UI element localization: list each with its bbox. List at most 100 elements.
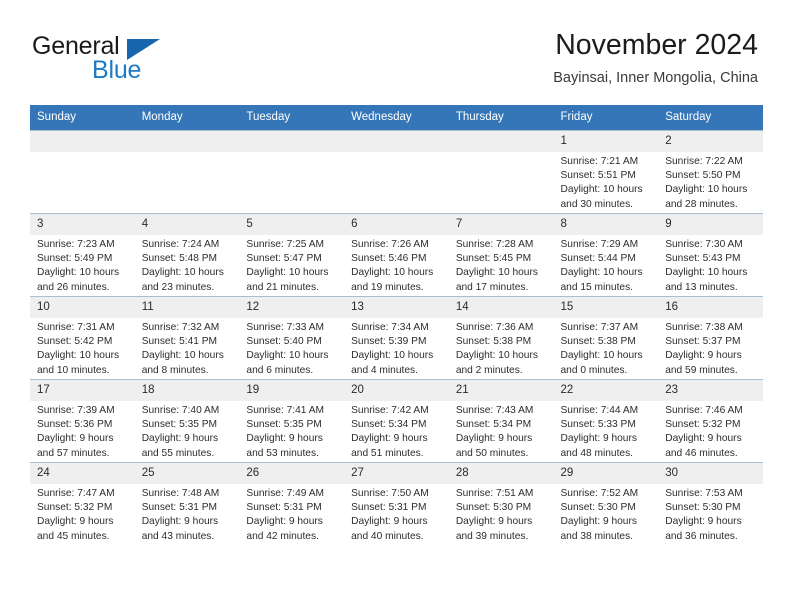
page-title: November 2024 (555, 29, 758, 61)
day-details: Sunrise: 7:28 AM Sunset: 5:45 PM Daylight:… (449, 235, 554, 295)
sunrise-text: Sunrise: 7:52 AM (560, 488, 639, 499)
sunset-text: Sunset: 5:41 PM (141, 336, 218, 348)
calendar-day-cell[interactable]: 13 Sunrise: 7:34 AM Sunset: 5:39 PM Dayligh… (344, 296, 449, 380)
calendar-day-cell[interactable]: 16 Sunrise: 7:38 AM Sunset: 5:37 PM Dayligh… (658, 296, 763, 380)
sunset-text: Sunset: 5:34 PM (455, 419, 532, 431)
calendar-day-cell[interactable]: 6 Sunrise: 7:26 AM Sunset: 5:46 PM Daylight… (344, 213, 449, 297)
weekday-header-saturday: Saturday (658, 105, 763, 131)
daylight-text: Daylight: 9 hours and 40 minutes. (351, 516, 428, 542)
calendar-day-cell[interactable]: 18 Sunrise: 7:40 AM Sunset: 5:35 PM Dayligh… (134, 379, 240, 463)
calendar-day-cell[interactable]: 19 Sunrise: 7:41 AM Sunset: 5:35 PM Dayligh… (239, 379, 345, 463)
day-number: 27 (344, 463, 449, 484)
calendar-day-cell[interactable]: 3 Sunrise: 7:23 AM Sunset: 5:49 PM Daylight… (30, 213, 135, 297)
daylight-text: Daylight: 10 hours and 4 minutes. (351, 350, 434, 376)
calendar-day-cell[interactable]: 27 Sunrise: 7:50 AM Sunset: 5:31 PM Dayligh… (344, 462, 449, 545)
calendar-day-cell[interactable]: 4 Sunrise: 7:24 AM Sunset: 5:48 PM Daylight… (134, 213, 240, 297)
calendar-day-cell[interactable]: 24 Sunrise: 7:47 AM Sunset: 5:32 PM Dayligh… (30, 462, 135, 545)
sunset-text: Sunset: 5:31 PM (351, 502, 427, 514)
day-number: 18 (134, 380, 240, 401)
daylight-text: Daylight: 9 hours and 53 minutes. (246, 433, 323, 459)
calendar-day-cell[interactable]: 5 Sunrise: 7:25 AM Sunset: 5:47 PM Daylight… (239, 213, 345, 297)
calendar-day-cell[interactable]: 10 Sunrise: 7:31 AM Sunset: 5:42 PM Dayligh… (30, 296, 135, 380)
sunset-text: Sunset: 5:33 PM (560, 419, 636, 431)
calendar-day-cell[interactable]: 29 Sunrise: 7:52 AM Sunset: 5:30 PM Dayligh… (553, 462, 659, 545)
day-number: 2 (658, 131, 763, 152)
daylight-text: Daylight: 9 hours and 57 minutes. (37, 433, 114, 459)
daylight-text: Daylight: 9 hours and 43 minutes. (141, 516, 219, 542)
calendar-day-cell[interactable]: 20 Sunrise: 7:42 AM Sunset: 5:34 PM Dayligh… (344, 379, 449, 463)
daylight-text: Daylight: 9 hours and 59 minutes. (665, 350, 742, 376)
sunset-text: Sunset: 5:39 PM (351, 336, 427, 348)
calendar-day-cell-empty (30, 130, 135, 214)
daylight-text: Daylight: 9 hours and 42 minutes. (246, 516, 323, 542)
sunset-text: Sunset: 5:44 PM (560, 253, 636, 265)
calendar-day-cell[interactable]: 1 Sunrise: 7:21 AM Sunset: 5:51 PM Daylight… (553, 130, 659, 214)
sunrise-text: Sunrise: 7:44 AM (560, 405, 639, 416)
sunset-text: Sunset: 5:38 PM (560, 336, 636, 348)
day-details: Sunrise: 7:37 AM Sunset: 5:38 PM Daylight:… (554, 318, 659, 378)
daylight-text: Daylight: 10 hours and 26 minutes. (37, 267, 120, 293)
day-number: 19 (239, 380, 345, 401)
day-details: Sunrise: 7:42 AM Sunset: 5:34 PM Daylight:… (344, 401, 449, 461)
calendar-day-cell[interactable]: 23 Sunrise: 7:46 AM Sunset: 5:32 PM Dayligh… (658, 379, 763, 463)
daylight-text: Daylight: 9 hours and 50 minutes. (455, 433, 533, 459)
daylight-text: Daylight: 10 hours and 0 minutes. (560, 350, 643, 376)
sunset-text: Sunset: 5:30 PM (560, 502, 636, 514)
calendar-day-cell-empty (239, 130, 345, 214)
daylight-text: Daylight: 10 hours and 30 minutes. (560, 184, 643, 210)
day-details: Sunrise: 7:49 AM Sunset: 5:31 PM Daylight:… (239, 484, 344, 544)
sunrise-text: Sunrise: 7:42 AM (351, 405, 429, 416)
day-number: 4 (134, 214, 240, 235)
day-details: Sunrise: 7:47 AM Sunset: 5:32 PM Daylight:… (30, 484, 135, 544)
calendar-day-cell[interactable]: 9 Sunrise: 7:30 AM Sunset: 5:43 PM Daylight… (658, 213, 763, 297)
day-number: 13 (344, 297, 449, 318)
weekday-header-thursday: Thursday (448, 105, 554, 131)
calendar-day-cell[interactable]: 11 Sunrise: 7:32 AM Sunset: 5:41 PM Dayligh… (134, 296, 240, 380)
day-number: 25 (134, 463, 240, 484)
day-number: 15 (553, 297, 659, 318)
day-number: 21 (448, 380, 554, 401)
day-number: 12 (239, 297, 345, 318)
location-subtitle: Bayinsai, Inner Mongolia, China (553, 70, 758, 86)
day-number: 28 (448, 463, 554, 484)
calendar-day-cell[interactable]: 12 Sunrise: 7:33 AM Sunset: 5:40 PM Dayligh… (239, 296, 345, 380)
sunset-text: Sunset: 5:30 PM (665, 502, 741, 514)
sunset-text: Sunset: 5:37 PM (665, 336, 741, 348)
sunset-text: Sunset: 5:31 PM (141, 502, 218, 514)
calendar-day-cell[interactable]: 28 Sunrise: 7:51 AM Sunset: 5:30 PM Dayligh… (448, 462, 554, 545)
day-number: 22 (553, 380, 659, 401)
day-details: Sunrise: 7:31 AM Sunset: 5:42 PM Daylight:… (30, 318, 135, 378)
calendar-day-cell[interactable]: 8 Sunrise: 7:29 AM Sunset: 5:44 PM Daylight… (553, 213, 659, 297)
daylight-text: Daylight: 9 hours and 39 minutes. (455, 516, 533, 542)
sunset-text: Sunset: 5:30 PM (455, 502, 532, 514)
sunrise-text: Sunrise: 7:30 AM (665, 239, 743, 250)
day-details: Sunrise: 7:50 AM Sunset: 5:31 PM Daylight:… (344, 484, 449, 544)
daylight-text: Daylight: 10 hours and 28 minutes. (665, 184, 748, 210)
sunset-text: Sunset: 5:38 PM (455, 336, 532, 348)
day-number: 30 (658, 463, 763, 484)
calendar-day-cell[interactable]: 21 Sunrise: 7:43 AM Sunset: 5:34 PM Dayligh… (448, 379, 554, 463)
day-number: 20 (344, 380, 449, 401)
calendar-day-cell[interactable]: 15 Sunrise: 7:37 AM Sunset: 5:38 PM Dayligh… (553, 296, 659, 380)
daylight-text: Daylight: 9 hours and 36 minutes. (665, 516, 742, 542)
sunset-text: Sunset: 5:32 PM (665, 419, 741, 431)
sunset-text: Sunset: 5:48 PM (141, 253, 218, 265)
calendar-day-cell[interactable]: 30 Sunrise: 7:53 AM Sunset: 5:30 PM Dayligh… (658, 462, 763, 545)
calendar-day-cell[interactable]: 26 Sunrise: 7:49 AM Sunset: 5:31 PM Dayligh… (239, 462, 345, 545)
day-number (239, 131, 345, 152)
day-number (134, 131, 240, 152)
calendar-day-cell[interactable]: 22 Sunrise: 7:44 AM Sunset: 5:33 PM Dayligh… (553, 379, 659, 463)
calendar-day-cell[interactable]: 2 Sunrise: 7:22 AM Sunset: 5:50 PM Daylight… (658, 130, 763, 214)
day-details: Sunrise: 7:32 AM Sunset: 5:41 PM Daylight:… (135, 318, 240, 378)
calendar-day-cell[interactable]: 7 Sunrise: 7:28 AM Sunset: 5:45 PM Daylight… (448, 213, 554, 297)
sunrise-text: Sunrise: 7:33 AM (246, 322, 324, 333)
logo-text-blue: Blue (92, 56, 142, 84)
day-number: 26 (239, 463, 345, 484)
calendar-day-cell[interactable]: 14 Sunrise: 7:36 AM Sunset: 5:38 PM Dayligh… (448, 296, 554, 380)
daylight-text: Daylight: 10 hours and 21 minutes. (246, 267, 329, 293)
calendar-day-cell[interactable]: 25 Sunrise: 7:48 AM Sunset: 5:31 PM Dayligh… (134, 462, 240, 545)
calendar-day-cell[interactable]: 17 Sunrise: 7:39 AM Sunset: 5:36 PM Dayligh… (30, 379, 135, 463)
sunrise-text: Sunrise: 7:25 AM (246, 239, 324, 250)
sunset-text: Sunset: 5:50 PM (665, 170, 741, 182)
general-blue-logo: General Blue (30, 28, 210, 90)
